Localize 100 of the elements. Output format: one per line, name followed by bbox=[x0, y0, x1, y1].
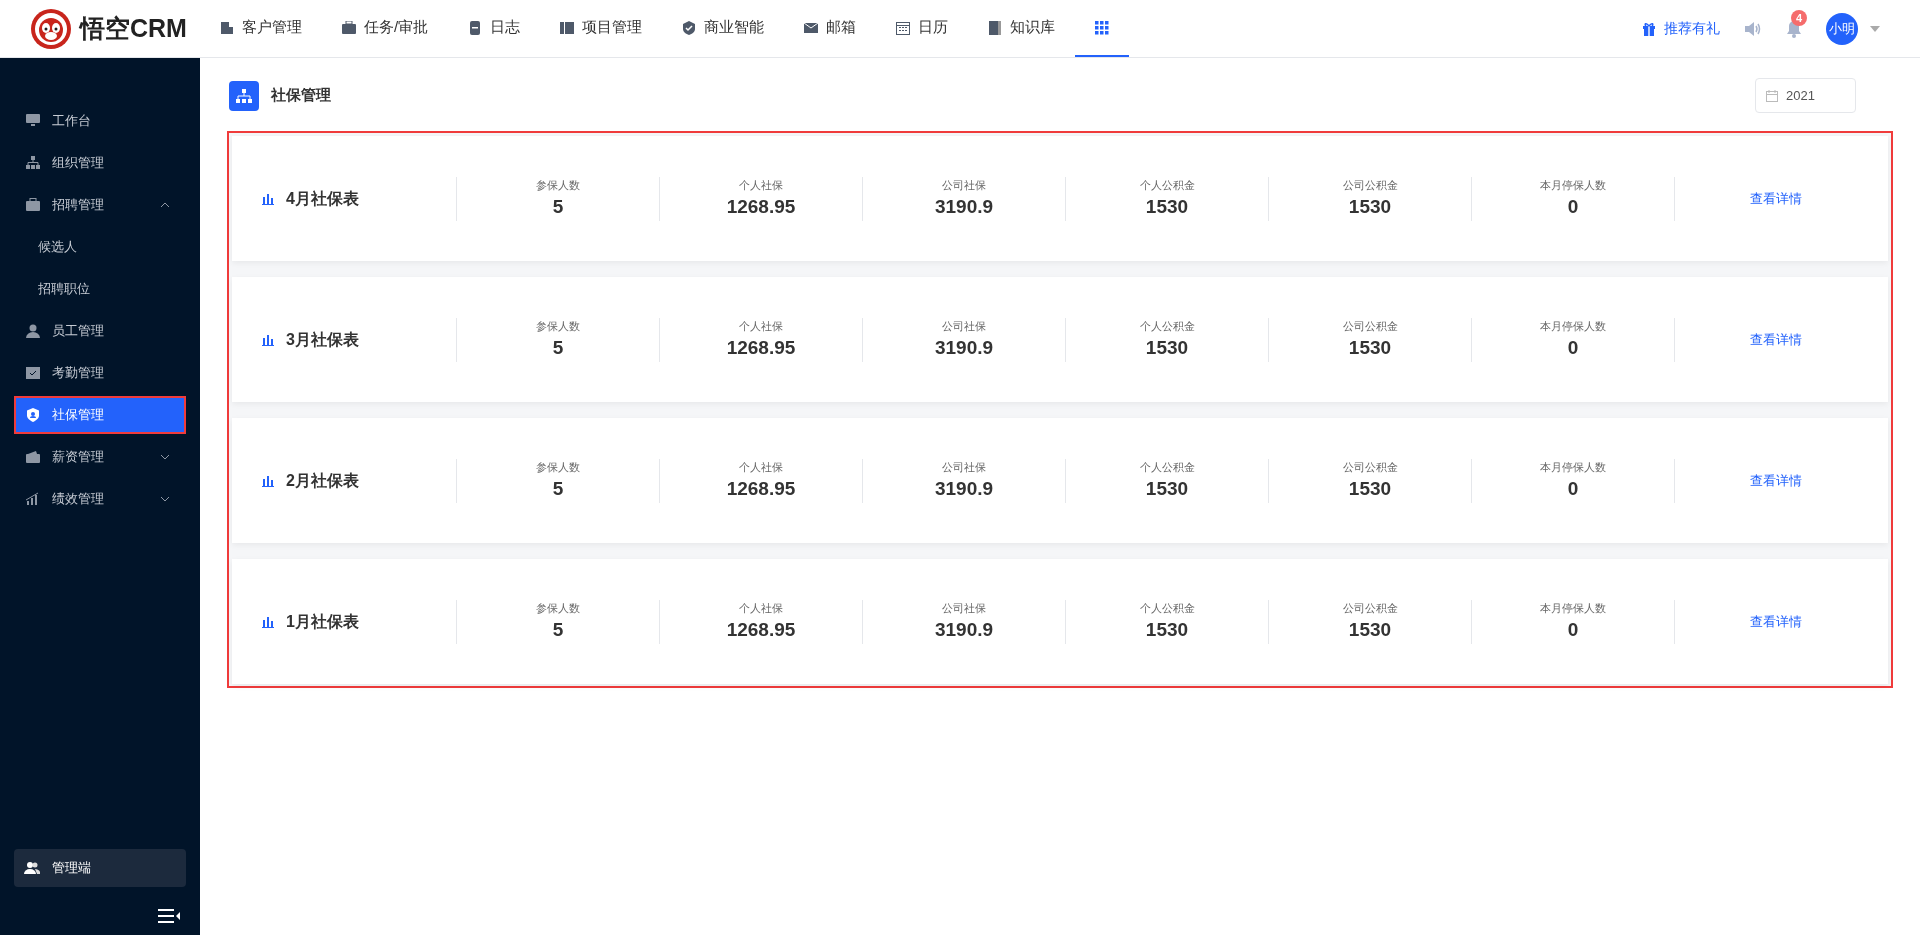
stat-label: 个人社保 bbox=[739, 460, 783, 476]
view-details-link[interactable]: 查看详情 bbox=[1750, 329, 1802, 350]
stat-value: 1268.95 bbox=[726, 194, 796, 219]
stat-value: 1530 bbox=[1145, 335, 1189, 360]
bar-chart-icon bbox=[262, 615, 274, 628]
nav-tab[interactable]: 任务/审批 bbox=[322, 0, 449, 57]
stat-label: 个人公积金 bbox=[1139, 178, 1195, 194]
stat-label: 本月停保人数 bbox=[1540, 178, 1606, 194]
nav-icon bbox=[682, 20, 697, 35]
nav-icon bbox=[804, 20, 819, 35]
chevron-icon bbox=[160, 496, 170, 502]
referral-link[interactable]: 推荐有礼 bbox=[1642, 18, 1720, 39]
stat-value: 0 bbox=[1567, 335, 1579, 360]
stat-value: 3190.9 bbox=[934, 476, 994, 501]
stat-value: 1268.95 bbox=[726, 476, 796, 501]
nav-icon bbox=[988, 20, 1003, 35]
bar-chart-icon bbox=[262, 474, 274, 487]
menu-icon bbox=[26, 156, 40, 170]
sidebar-item[interactable]: 招聘职位 bbox=[14, 270, 186, 308]
nav-tab[interactable]: 项目管理 bbox=[540, 0, 663, 57]
stat-label: 个人公积金 bbox=[1139, 601, 1195, 617]
stat-value: 3190.9 bbox=[934, 335, 994, 360]
view-details-link[interactable]: 查看详情 bbox=[1750, 470, 1802, 491]
nav-icon bbox=[342, 20, 356, 35]
nav-icon bbox=[896, 20, 911, 35]
year-picker[interactable]: 2021 bbox=[1755, 78, 1856, 113]
menu-icon bbox=[26, 366, 40, 380]
stat-value: 1530 bbox=[1348, 335, 1392, 360]
sidebar-item[interactable]: 工作台 bbox=[14, 102, 186, 140]
stat-label: 个人公积金 bbox=[1139, 460, 1195, 476]
stat-label: 公司社保 bbox=[942, 601, 986, 617]
chevron-icon bbox=[160, 454, 170, 460]
notification-badge: 4 bbox=[1791, 9, 1808, 26]
view-details-link[interactable]: 查看详情 bbox=[1750, 188, 1802, 209]
sidebar-item[interactable]: 考勤管理 bbox=[14, 354, 186, 392]
stat-label: 公司社保 bbox=[942, 460, 986, 476]
user-avatar[interactable]: 小明 bbox=[1826, 12, 1858, 45]
page-title-icon bbox=[229, 80, 259, 111]
bar-chart-icon bbox=[262, 192, 274, 205]
stat-value: 5 bbox=[552, 476, 564, 501]
stat-label: 本月停保人数 bbox=[1540, 601, 1606, 617]
stat-label: 参保人数 bbox=[536, 319, 580, 335]
stat-value: 1530 bbox=[1348, 194, 1392, 219]
stat-value: 5 bbox=[552, 194, 564, 219]
sidebar-item[interactable]: 薪资管理 bbox=[14, 438, 186, 476]
caret-icon[interactable] bbox=[1870, 25, 1880, 32]
stat-value: 0 bbox=[1567, 617, 1579, 642]
stat-value: 1268.95 bbox=[726, 617, 796, 642]
sidebar-item[interactable]: 组织管理 bbox=[14, 144, 186, 182]
nav-tab[interactable]: 日历 bbox=[876, 0, 969, 57]
sidebar-item[interactable]: 候选人 bbox=[14, 228, 186, 266]
speaker-icon[interactable] bbox=[1744, 20, 1762, 37]
users-icon bbox=[24, 861, 40, 875]
stat-label: 个人社保 bbox=[739, 319, 783, 335]
apps-grid-icon bbox=[1095, 20, 1110, 35]
view-details-link[interactable]: 查看详情 bbox=[1750, 611, 1802, 632]
nav-icon bbox=[468, 20, 483, 35]
stat-value: 1530 bbox=[1348, 617, 1392, 642]
card-title: 4月社保表 bbox=[286, 188, 359, 209]
nav-tab[interactable]: 客户管理 bbox=[200, 0, 322, 57]
calendar-icon bbox=[1766, 89, 1778, 102]
stat-label: 个人社保 bbox=[739, 601, 783, 617]
card-title: 2月社保表 bbox=[286, 470, 359, 491]
stat-value: 1530 bbox=[1145, 476, 1189, 501]
sidebar-item[interactable]: 招聘管理 bbox=[14, 186, 186, 224]
menu-icon bbox=[26, 408, 40, 422]
menu-icon bbox=[26, 198, 40, 212]
nav-tab[interactable]: 知识库 bbox=[968, 0, 1076, 57]
stat-value: 1268.95 bbox=[726, 335, 796, 360]
stat-label: 本月停保人数 bbox=[1540, 460, 1606, 476]
admin-button[interactable]: 管理端 bbox=[14, 849, 186, 887]
stat-label: 公司社保 bbox=[942, 319, 986, 335]
nav-icon bbox=[560, 20, 575, 35]
card-title: 3月社保表 bbox=[286, 329, 359, 350]
card-title: 1月社保表 bbox=[286, 611, 359, 632]
stat-value: 5 bbox=[552, 617, 564, 642]
stat-value: 1530 bbox=[1145, 617, 1189, 642]
stat-label: 公司公积金 bbox=[1342, 319, 1398, 335]
stat-value: 3190.9 bbox=[934, 194, 994, 219]
bar-chart-icon bbox=[262, 333, 274, 346]
stat-value: 0 bbox=[1567, 194, 1579, 219]
sidebar-item[interactable]: 社保管理 bbox=[14, 396, 186, 434]
nav-icon bbox=[220, 20, 234, 35]
stat-value: 0 bbox=[1567, 476, 1579, 501]
stat-label: 公司社保 bbox=[942, 178, 986, 194]
stat-value: 3190.9 bbox=[934, 617, 994, 642]
nav-tab[interactable]: 邮箱 bbox=[784, 0, 877, 57]
stat-value: 1530 bbox=[1348, 476, 1392, 501]
menu-icon bbox=[26, 324, 40, 338]
logo-text: 悟空CRM bbox=[80, 12, 187, 44]
sidebar-item[interactable]: 绩效管理 bbox=[14, 480, 186, 518]
stat-label: 公司公积金 bbox=[1342, 601, 1398, 617]
nav-tab[interactable]: 商业智能 bbox=[662, 0, 785, 57]
stat-label: 个人社保 bbox=[739, 178, 783, 194]
nav-tab[interactable]: 日志 bbox=[448, 0, 541, 57]
menu-icon bbox=[26, 492, 40, 506]
stat-value: 5 bbox=[552, 335, 564, 360]
stat-label: 参保人数 bbox=[536, 178, 580, 194]
sidebar-item[interactable]: 员工管理 bbox=[14, 312, 186, 350]
collapse-menu-icon[interactable] bbox=[158, 909, 180, 923]
